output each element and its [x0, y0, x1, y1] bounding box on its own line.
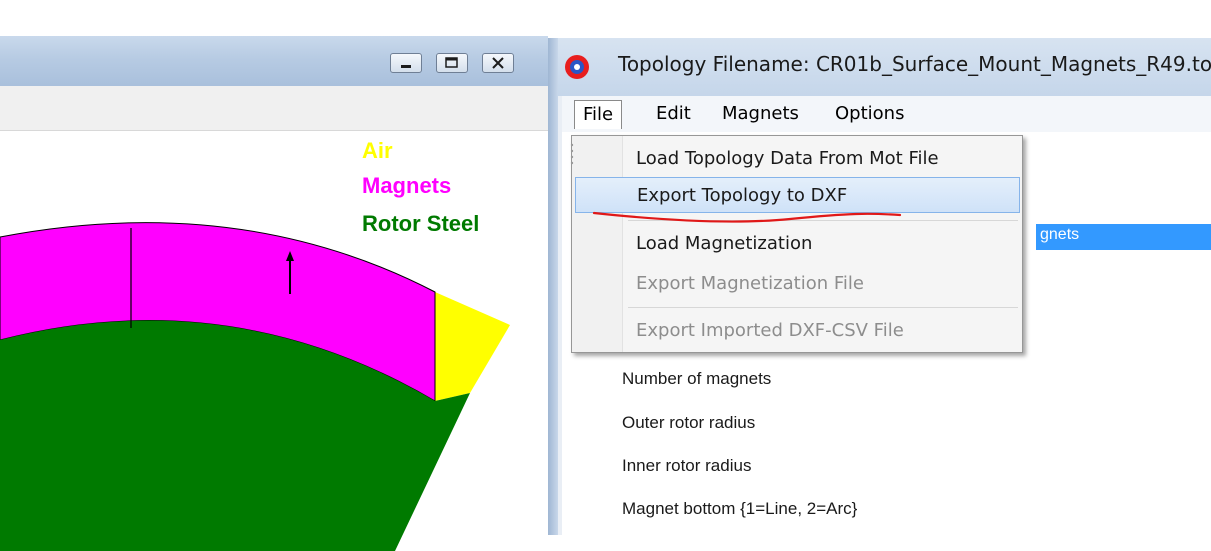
rotor-view-toolbar [0, 86, 548, 131]
grip-icon [570, 143, 574, 165]
property-magnet-bottom[interactable]: Magnet bottom {1=Line, 2=Arc} [622, 499, 857, 519]
menu-separator [628, 307, 1018, 308]
window-frame [548, 38, 558, 535]
rotor-cross-section [0, 222, 510, 551]
window-title: Topology Filename: CR01b_Surface_Mount_M… [618, 52, 1211, 76]
rotor-view-titlebar[interactable] [0, 36, 548, 86]
legend-rotor-steel: Rotor Steel [362, 211, 480, 236]
legend-magnets: Magnets [362, 173, 452, 198]
menu-edit[interactable]: Edit [648, 100, 699, 128]
rotor-cross-section-plot: Air Magnets Rotor Steel [0, 131, 548, 551]
menu-item-export-magnetization[interactable]: Export Magnetization File [624, 266, 1020, 302]
property-inner-rotor-radius[interactable]: Inner rotor radius [622, 456, 751, 476]
selected-list-row[interactable]: gnets [1036, 224, 1211, 250]
air-region [435, 292, 510, 401]
menu-file[interactable]: File [574, 100, 623, 129]
topology-titlebar[interactable]: Topology Filename: CR01b_Surface_Mount_M… [548, 38, 1211, 96]
property-number-of-magnets[interactable]: Number of magnets [622, 369, 771, 389]
file-menu-dropdown: Load Topology Data From Mot File Export … [570, 135, 1023, 353]
restore-icon [445, 57, 458, 68]
close-button[interactable] [482, 53, 514, 73]
menu-icon-gutter [570, 136, 623, 352]
minimize-button[interactable] [390, 53, 422, 73]
close-icon [492, 57, 504, 69]
property-outer-rotor-radius[interactable]: Outer rotor radius [622, 413, 755, 433]
menu-item-export-imported-dxf-csv[interactable]: Export Imported DXF-CSV File [624, 313, 1020, 349]
menu-bar: File Edit Magnets Options [562, 96, 1211, 132]
menu-item-load-magnetization[interactable]: Load Magnetization [624, 226, 1020, 262]
legend-air: Air [362, 138, 393, 163]
rotor-view-window: Air Magnets Rotor Steel [0, 36, 548, 551]
menu-magnets[interactable]: Magnets [714, 100, 807, 128]
minimize-icon [401, 65, 411, 68]
red-underline-annotation [592, 211, 902, 223]
menu-item-load-topology[interactable]: Load Topology Data From Mot File [624, 141, 1020, 177]
maximize-button[interactable] [436, 53, 468, 73]
menu-options[interactable]: Options [827, 100, 912, 128]
selected-row-label: gnets [1040, 226, 1080, 243]
app-icon [565, 55, 589, 79]
